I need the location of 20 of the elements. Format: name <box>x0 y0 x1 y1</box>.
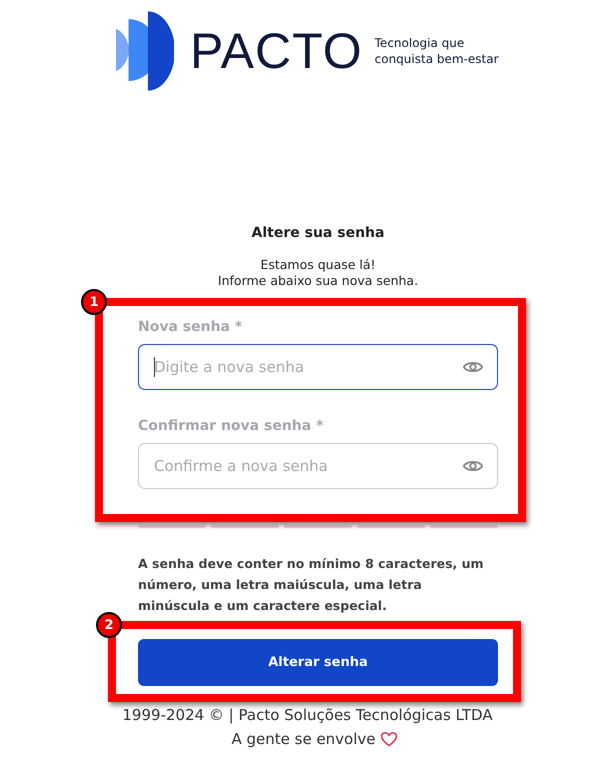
strength-meter-segment <box>211 525 279 528</box>
annotation-badge: 1 <box>81 289 107 315</box>
logo-wordmark: PACTO <box>190 26 363 76</box>
strength-meter-segment <box>357 525 425 528</box>
password-requirements: A senha deve conter no mínimo 8 caracteres, um número, uma letra maiúscula, uma letra minúscula e um caractere especial. <box>138 555 485 615</box>
password-field[interactable]: Digite a nova senha <box>138 344 498 390</box>
subtitle: Estamos quase lá! Informe abaixo sua nova senha. <box>216 257 420 289</box>
logo-tagline: Tecnologia que conquista bem-estar <box>374 35 499 67</box>
submit-button[interactable]: Alterar senha <box>138 639 498 686</box>
slogan-text: A gente se envolve <box>231 730 376 748</box>
annotation-badge: 2 <box>96 612 122 638</box>
strength-meter-segment <box>284 525 352 528</box>
heart-icon <box>380 731 398 747</box>
strength-meter-segment <box>138 525 206 528</box>
field-label: Nova senha * <box>138 319 244 335</box>
page-heading: Altere sua senha <box>250 225 386 241</box>
logo-icon <box>116 11 174 91</box>
copyright-text: 1999-2024 © | Pacto Soluções Tecnológicas LTDA <box>121 706 494 724</box>
field-label: Confirmar nova senha * <box>138 418 324 434</box>
strength-meter-segment <box>430 525 498 528</box>
